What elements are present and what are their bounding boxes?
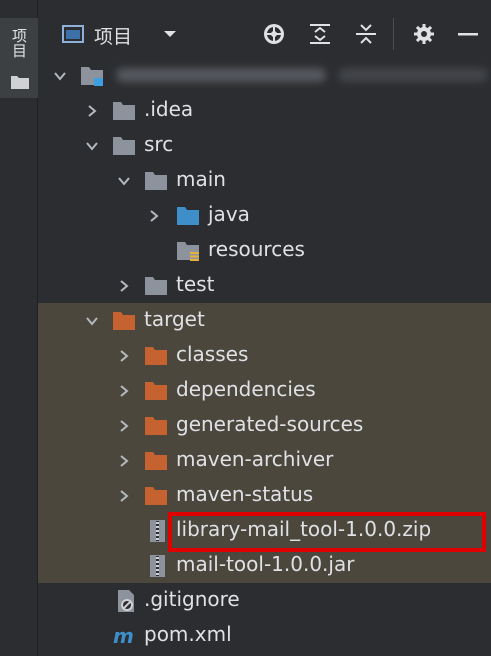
- tree-row[interactable]: src: [38, 128, 491, 163]
- tree-row-target[interactable]: target: [38, 303, 491, 338]
- selection-highlight-box: [168, 512, 486, 552]
- tree-row[interactable]: .idea: [38, 93, 491, 128]
- tree-item-label: generated-sources: [176, 412, 364, 436]
- folder-icon: [113, 137, 135, 155]
- chevron-right-icon[interactable]: [116, 278, 132, 294]
- folder-icon: [113, 102, 135, 120]
- chevron-right-icon[interactable]: [116, 418, 132, 434]
- tree-item-label: classes: [176, 342, 249, 366]
- tree-item-label: pom.xml: [144, 622, 232, 646]
- project-panel: 项目 .idea src main java resources test ta…: [38, 0, 491, 656]
- source-folder-icon: [177, 207, 199, 225]
- tree-item-label: .gitignore: [144, 587, 240, 611]
- archive-icon: [150, 555, 165, 577]
- excluded-folder-icon: [145, 452, 167, 470]
- tree-item-label: .idea: [144, 97, 194, 121]
- excluded-folder-icon: [145, 382, 167, 400]
- tree-item-label: maven-status: [176, 482, 314, 506]
- folder-icon: [11, 76, 29, 89]
- ignore-file-icon: [118, 590, 134, 612]
- excluded-folder-icon: [145, 487, 167, 505]
- tool-window-strip: 项目: [0, 0, 38, 656]
- tree-row[interactable]: classes: [38, 338, 491, 373]
- locate-icon[interactable]: [262, 22, 286, 46]
- tree-row-root[interactable]: [38, 58, 491, 93]
- chevron-right-icon[interactable]: [116, 488, 132, 504]
- tree-row[interactable]: generated-sources: [38, 408, 491, 443]
- tree-row[interactable]: java: [38, 198, 491, 233]
- folder-icon: [145, 277, 167, 295]
- excluded-folder-icon: [145, 417, 167, 435]
- tree-row[interactable]: .gitignore: [38, 583, 491, 618]
- expand-all-icon[interactable]: [308, 22, 332, 46]
- tree-item-label: src: [144, 132, 174, 156]
- tree-item-label: mail-tool-1.0.0.jar: [176, 552, 355, 576]
- chevron-right-icon[interactable]: [146, 208, 162, 224]
- tree-row[interactable]: resources: [38, 233, 491, 268]
- tree-row[interactable]: maven-archiver: [38, 443, 491, 478]
- chevron-right-icon[interactable]: [116, 453, 132, 469]
- svg-text:m: m: [113, 625, 134, 647]
- excluded-folder-icon: [113, 312, 135, 330]
- project-tab-label: 项目: [10, 28, 28, 58]
- module-folder-icon: [81, 67, 103, 86]
- tree-item-label: resources: [208, 237, 305, 261]
- chevron-down-icon[interactable]: [52, 68, 68, 84]
- toolbar-separator: [393, 18, 394, 50]
- chevron-down-icon[interactable]: [84, 313, 100, 329]
- resources-folder-icon: [177, 242, 199, 261]
- tree-item-label: java: [208, 202, 250, 226]
- panel-title[interactable]: 项目: [94, 22, 132, 49]
- chevron-right-icon[interactable]: [84, 103, 100, 119]
- project-view-icon: [62, 25, 84, 43]
- project-name-blurred: [116, 68, 326, 82]
- tree-row[interactable]: dependencies: [38, 373, 491, 408]
- archive-icon: [150, 520, 165, 542]
- chevron-down-icon[interactable]: [116, 173, 132, 189]
- settings-icon[interactable]: [412, 22, 436, 46]
- maven-icon: m: [113, 625, 134, 647]
- tree-item-label: test: [176, 272, 215, 296]
- folder-icon: [145, 172, 167, 190]
- tree-item-label: target: [144, 307, 205, 331]
- excluded-folder-icon: [145, 347, 167, 365]
- chevron-down-icon[interactable]: [84, 138, 100, 154]
- project-path-blurred: [338, 68, 488, 82]
- tree-row[interactable]: maven-status: [38, 478, 491, 513]
- tree-row[interactable]: test: [38, 268, 491, 303]
- chevron-right-icon[interactable]: [116, 348, 132, 364]
- chevron-right-icon[interactable]: [116, 383, 132, 399]
- tree-row[interactable]: main: [38, 163, 491, 198]
- hide-icon[interactable]: [456, 22, 480, 46]
- tree-row[interactable]: m pom.xml: [38, 618, 491, 653]
- collapse-all-icon[interactable]: [354, 22, 378, 46]
- tree-item-label: maven-archiver: [176, 447, 334, 471]
- tree-item-label: main: [176, 167, 226, 191]
- tree-item-label: dependencies: [176, 377, 316, 401]
- tree-row[interactable]: mail-tool-1.0.0.jar: [38, 548, 491, 583]
- chevron-down-icon[interactable]: [162, 28, 178, 40]
